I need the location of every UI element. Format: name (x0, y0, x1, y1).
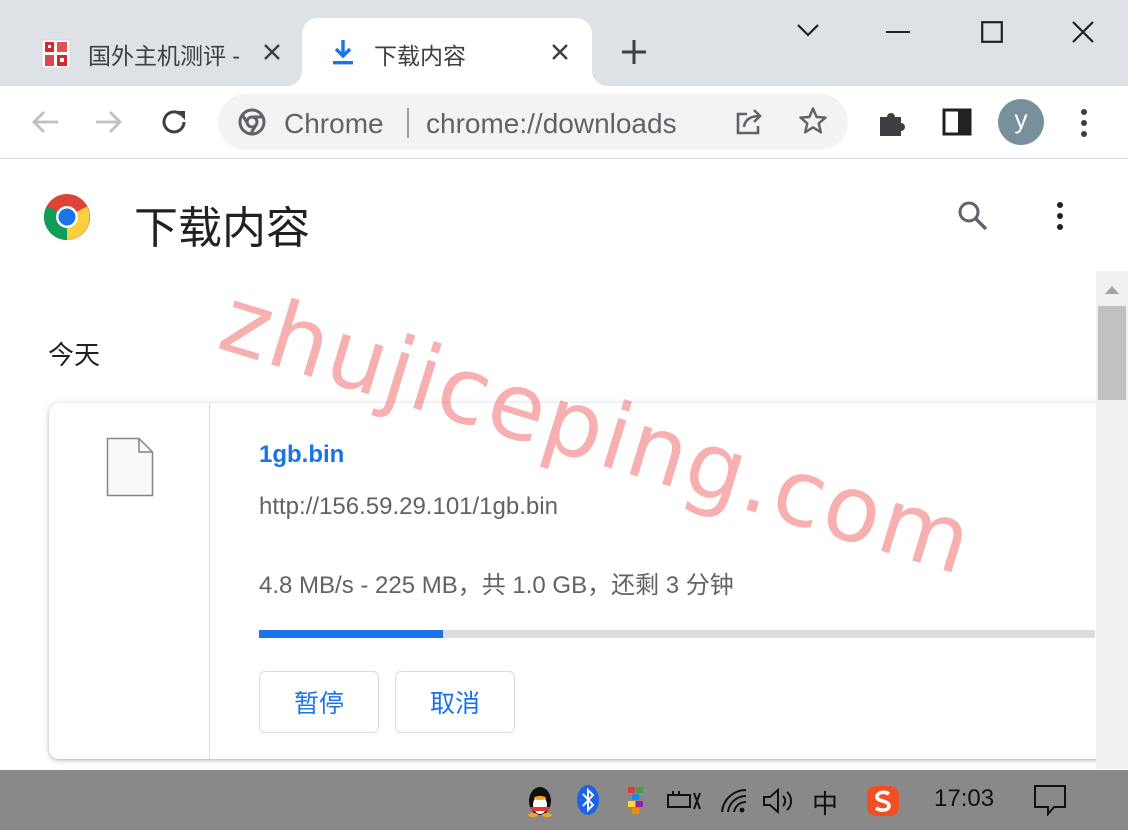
action-center-icon[interactable] (1033, 784, 1067, 816)
page-menu-icon[interactable] (1056, 201, 1064, 231)
profile-initial: y (1014, 103, 1028, 134)
download-status-text: 4.8 MB/s - 225 MB，共 1.0 GB，还剩 3 分钟 (259, 572, 734, 599)
back-arrow-icon[interactable] (30, 109, 60, 135)
bookmark-star-icon[interactable] (798, 106, 828, 136)
new-tab-icon[interactable] (621, 39, 647, 65)
color-grid-app-icon[interactable] (628, 787, 644, 815)
tab-title: 国外主机测评 - (88, 43, 241, 69)
download-progress-bar (259, 630, 1095, 638)
search-icon[interactable] (957, 200, 989, 232)
tab-zhujiceping[interactable]: 国外主机测评 - (18, 18, 300, 86)
file-icon (106, 437, 154, 497)
file-source-url[interactable]: http://156.59.29.101/1gb.bin (259, 493, 558, 521)
tab-search-chevron-down-icon[interactable] (796, 22, 820, 38)
share-icon[interactable] (733, 108, 765, 136)
close-tab-icon[interactable] (262, 42, 282, 62)
profile-avatar[interactable]: y (998, 99, 1044, 145)
power-plug-icon[interactable] (667, 788, 701, 814)
volume-icon[interactable] (762, 787, 796, 815)
close-window-icon[interactable] (1071, 20, 1095, 44)
sogou-input-icon[interactable] (866, 785, 900, 817)
cancel-button[interactable]: 取消 (395, 671, 515, 733)
card-divider (209, 403, 210, 759)
tab-strip: 国外主机测评 - 下载内容 (0, 0, 1128, 86)
file-name-link[interactable]: 1gb.bin (259, 441, 344, 469)
scrollbar-thumb[interactable] (1098, 306, 1126, 400)
download-icon (330, 38, 356, 66)
pause-button[interactable]: 暂停 (259, 671, 379, 733)
tab-title: 下载内容 (374, 43, 466, 69)
address-bar[interactable]: Chrome chrome://downloads (218, 94, 848, 150)
taskbar-clock[interactable]: 17:03 (934, 785, 994, 813)
ime-language-indicator[interactable]: 中 (812, 784, 838, 821)
qq-penguin-icon[interactable] (526, 785, 554, 817)
side-panel-icon[interactable] (942, 108, 972, 136)
chrome-site-icon (238, 108, 266, 136)
maximize-icon[interactable] (981, 21, 1003, 43)
chrome-logo-icon (43, 193, 91, 241)
minimize-icon[interactable] (886, 30, 910, 34)
date-section-label: 今天 (48, 340, 101, 370)
wifi-icon[interactable] (720, 788, 750, 814)
bluetooth-icon[interactable] (576, 784, 600, 816)
site-label: Chrome (284, 108, 384, 139)
forward-arrow-icon[interactable] (94, 109, 124, 135)
close-tab-icon[interactable] (550, 42, 570, 62)
reload-icon[interactable] (159, 107, 189, 137)
browser-menu-icon[interactable] (1080, 108, 1088, 138)
taskbar: 中 17:03 (0, 770, 1128, 830)
scroll-up-arrow-icon[interactable] (1104, 285, 1120, 295)
omnibox-divider (407, 108, 409, 138)
extensions-puzzle-icon[interactable] (877, 108, 907, 138)
url-text: chrome://downloads (426, 108, 677, 139)
tab-downloads[interactable]: 下载内容 (286, 18, 608, 86)
page-title: 下载内容 (134, 204, 310, 253)
browser-toolbar: Chrome chrome://downloads y (0, 86, 1128, 159)
download-progress-fill (259, 630, 443, 638)
site-favicon-icon (40, 38, 72, 70)
